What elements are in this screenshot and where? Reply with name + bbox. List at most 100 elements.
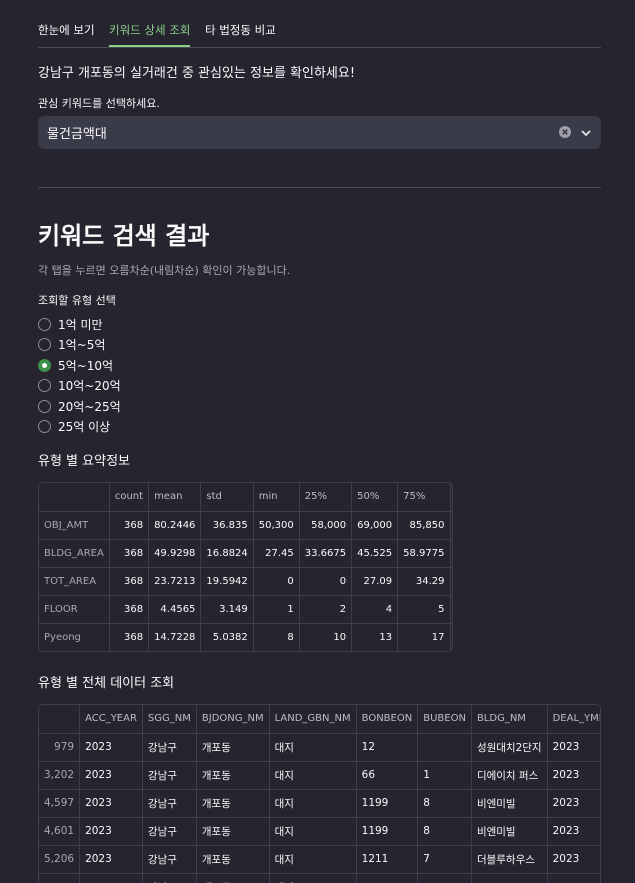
table-cell: 강남구 [142,733,197,762]
table-cell: 27.45 [253,539,300,568]
radio-option[interactable]: 25억 이상 [38,417,110,435]
radio-option[interactable]: 20억~25억 [38,397,121,415]
column-header[interactable]: SGG_NM [142,705,197,734]
table-cell: 개포동 [196,845,270,874]
divider [38,187,601,188]
table-cell: 개포동 [196,733,270,762]
table-cell: 강남구 [142,789,197,818]
radio-option-selected[interactable]: 5억~10억 [38,356,113,374]
table-cell: 17 [450,595,452,624]
table-cell: 8 [417,789,472,818]
table-cell: 368 [109,567,150,596]
column-header[interactable] [39,705,81,734]
select-value: 물건금액대 [47,127,107,142]
table-cell: 13 [351,623,399,651]
column-header[interactable]: 50% [351,483,399,512]
row-index: OBJ_AMT [39,511,110,540]
table-cell: 2023 [547,733,600,762]
table-cell: 58.9775 [397,539,451,568]
table-cell: 3.149 [200,595,254,624]
table-cell: 17 [397,623,451,651]
column-header[interactable]: count [109,483,150,512]
column-header[interactable]: DEAL_YMD [547,705,600,734]
column-header[interactable]: BLDG_NM [471,705,548,734]
table-row: Pyeong36814.72285.0382810131735 [39,623,452,651]
row-index: 4,597 [39,789,81,818]
table-cell: 디에이치 퍼스 [471,761,548,790]
summary-table[interactable]: countmeanstdmin25%50%75%max OBJ_AMT36880… [38,482,453,652]
table-cell: 85,850 [397,511,451,540]
keyword-select[interactable]: 물건금액대 [38,116,601,149]
column-header[interactable] [39,483,110,512]
column-header[interactable]: mean [148,483,202,512]
table-cell: 2023 [547,845,600,874]
radio-option[interactable]: 10억~20억 [38,376,121,394]
radio-option[interactable]: 1억 미만 [38,315,103,333]
page-headline: 강남구 개포동의 실거래건 중 관심있는 정보를 확인하세요! [38,66,356,81]
tab-keyword-detail[interactable]: 키워드 상세 조회 [109,22,191,47]
table-cell: 12 [356,733,419,762]
table-cell: 50,300 [253,511,300,540]
radio-option-label: 1억~5억 [58,337,106,352]
table-cell: 368 [109,623,150,651]
chevron-down-icon[interactable] [579,126,593,140]
table-cell: 2023 [79,817,143,846]
table-cell: 1199 [356,789,419,818]
column-header[interactable]: BUBEON [417,705,472,734]
column-header[interactable]: ACC_YEAR [79,705,143,734]
table-cell: 7 [417,845,472,874]
table-cell [79,873,143,883]
table-cell: 대지 [269,873,357,883]
table-cell: 2023 [547,789,600,818]
table-cell: 대지 [269,817,357,846]
column-header[interactable]: BJDONG_NM [196,705,270,734]
column-header[interactable]: min [253,483,300,512]
table-cell: 81.8 [450,567,452,596]
table-cell: 45.525 [351,539,399,568]
column-header[interactable]: 25% [299,483,353,512]
summary-title: 유형 별 요약정보 [38,454,130,469]
radio-circle-selected [38,358,51,372]
tab-overview[interactable]: 한눈에 보기 [38,22,95,47]
table-cell: 개포동 [196,873,270,883]
radio-circle [38,378,51,392]
radio-option[interactable]: 1억~5억 [38,335,105,353]
column-header[interactable]: max [450,483,452,512]
full-data-table[interactable]: ACC_YEAR SGG_NM BJDONG_NM LAND_GBN_NM BONBEO… [38,704,601,883]
table-cell: 0 [253,567,300,596]
table-cell: 117.69 [450,539,452,568]
table-cell: 강남구 [142,873,197,883]
table-cell: 5.0382 [200,623,254,651]
select-label: 관심 키워드를 선택하세요. [38,97,160,110]
column-header[interactable]: 75% [397,483,451,512]
table-cell: 1 [417,761,472,790]
table-cell: 66 [356,761,419,790]
table-cell: 2023 [547,761,600,790]
row-index [39,873,81,883]
table-cell: 강남구 [142,761,197,790]
table-cell [471,873,548,883]
full-data-title: 유형 별 전체 데이터 조회 [38,676,175,691]
table-cell: 대지 [269,733,357,762]
radio-option-label: 25억 이상 [58,419,111,434]
table-cell: 대지 [269,845,357,874]
table-cell: 10 [299,623,353,651]
column-header[interactable]: LAND_GBN_NM [269,705,357,734]
table-cell: 0 [299,567,353,596]
table-cell [356,873,419,883]
column-header[interactable]: BONBEON [356,705,419,734]
tab-bar: 한눈에 보기 키워드 상세 조회 타 법정동 비교 [38,18,601,48]
table-cell: 8 [253,623,300,651]
table-cell: 비엔미빌 [471,789,548,818]
table-cell: 80.2446 [148,511,202,540]
table-row: TOT_AREA36823.721319.59420027.0934.2981.… [39,567,452,596]
row-index: 5,206 [39,845,81,874]
tab-compare-dong[interactable]: 타 법정동 비교 [205,22,276,47]
row-index: 3,202 [39,761,81,790]
table-cell: 강남구 [142,817,197,846]
table-cell: 23.7213 [148,567,202,596]
x-circle-icon[interactable] [558,125,572,139]
row-index: FLOOR [39,595,110,624]
column-header[interactable]: std [200,483,254,512]
table-cell [547,873,600,883]
